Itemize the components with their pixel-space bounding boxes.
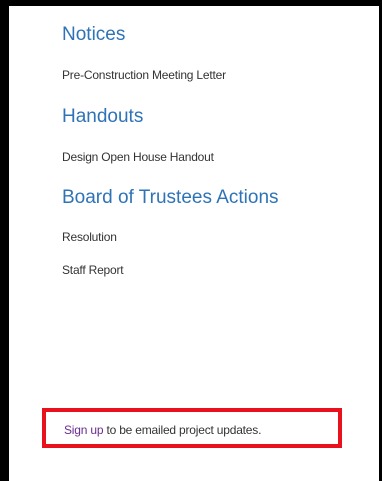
window-frame-left — [0, 0, 9, 481]
notices-heading: Notices — [62, 24, 126, 45]
design-open-house-handout-link[interactable]: Design Open House Handout — [62, 149, 214, 165]
signup-message: Sign up to be emailed project updates. — [64, 422, 261, 438]
staff-report-link[interactable]: Staff Report — [62, 262, 124, 278]
resolution-link[interactable]: Resolution — [62, 229, 117, 245]
handouts-heading: Handouts — [62, 106, 144, 127]
signup-description: to be emailed project updates. — [103, 423, 262, 437]
board-of-trustees-actions-heading: Board of Trustees Actions — [62, 187, 279, 208]
pre-construction-meeting-letter-link[interactable]: Pre-Construction Meeting Letter — [62, 67, 226, 83]
sign-up-link[interactable]: Sign up — [64, 423, 104, 437]
project-documents-panel: Notices Pre-Construction Meeting Letter … — [9, 6, 379, 481]
signup-highlight-box: Sign up to be emailed project updates. — [42, 408, 342, 448]
